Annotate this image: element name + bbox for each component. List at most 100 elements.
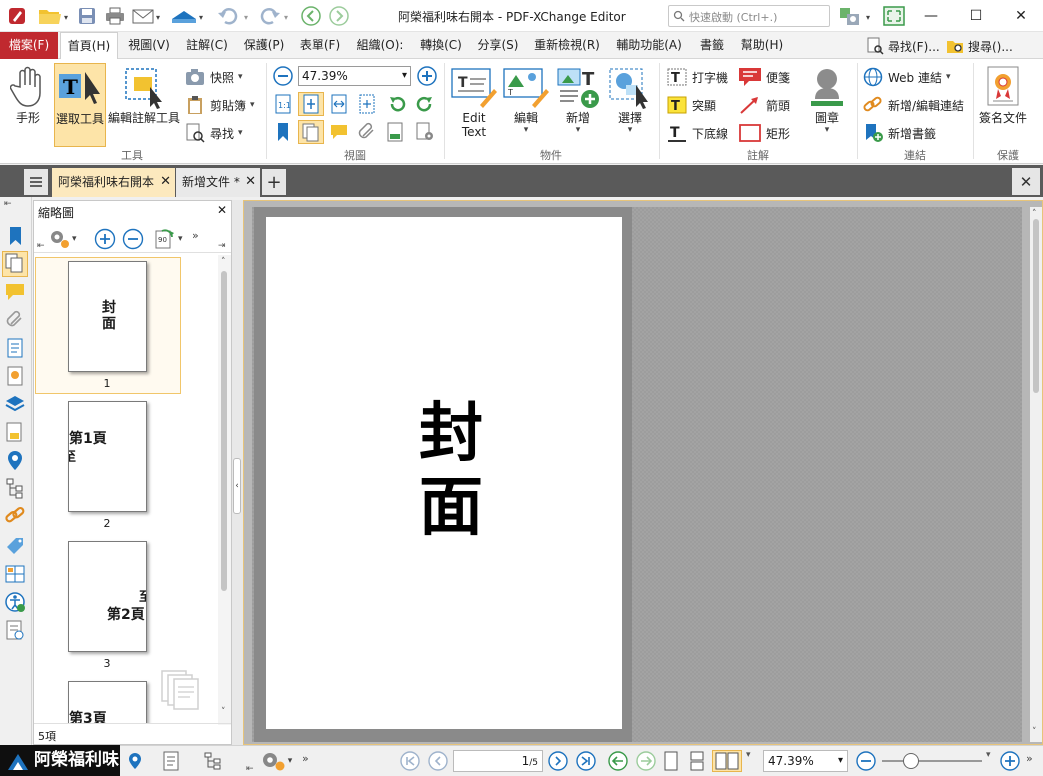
- destinations-pane-icon[interactable]: [4, 449, 26, 471]
- redo-icon[interactable]: ▾: [254, 5, 294, 27]
- page-number-input[interactable]: 1/5: [453, 750, 543, 772]
- map-pane-button[interactable]: [122, 750, 148, 772]
- fields-pane-icon[interactable]: [4, 563, 26, 585]
- document-scrollbar[interactable]: ˄ ˅: [1030, 207, 1042, 742]
- arrow-button[interactable]: 箭頭: [738, 93, 790, 117]
- menu-home[interactable]: 首頁(H): [60, 32, 118, 60]
- document-canvas[interactable]: 封面: [252, 207, 1022, 742]
- menu-accessibility[interactable]: 輔助功能(A): [610, 32, 688, 59]
- tab-document-2[interactable]: 新增文件 * ✕: [176, 168, 260, 197]
- menu-view[interactable]: 視圖(V): [122, 32, 176, 59]
- close-document-button[interactable]: ✕: [1012, 168, 1040, 195]
- close-icon[interactable]: ✕: [217, 203, 227, 217]
- sticky-note-button[interactable]: 便箋: [738, 65, 790, 89]
- expand-toolbar-icon[interactable]: ⇥: [218, 241, 226, 251]
- status-options-button[interactable]: ▾: [254, 750, 298, 772]
- edit-text-button[interactable]: T Edit Text: [448, 65, 500, 145]
- more-options-icon[interactable]: »: [302, 752, 309, 765]
- rotate-pages-button[interactable]: 90 ▾: [152, 227, 186, 251]
- menu-review[interactable]: 重新檢視(R): [528, 32, 606, 59]
- sign-document-button[interactable]: 簽名文件: [976, 65, 1030, 145]
- actual-size-button[interactable]: 1:1: [272, 93, 294, 115]
- properties-view-button[interactable]: [414, 121, 436, 143]
- add-edit-link-button[interactable]: 新增/編輯連結: [862, 93, 964, 117]
- zoom-slider-track[interactable]: [882, 760, 982, 762]
- tab-document-1[interactable]: 阿榮福利味右開本 ✕: [52, 168, 175, 197]
- scrollbar-thumb[interactable]: [221, 271, 227, 591]
- menu-file[interactable]: 檔案(F): [0, 32, 58, 59]
- content-pane-icon[interactable]: [4, 337, 26, 359]
- nav-forward-icon[interactable]: [328, 5, 350, 27]
- nav-back-icon[interactable]: [300, 5, 322, 27]
- select-tool-button[interactable]: T 選取工具: [54, 63, 106, 147]
- fit-visible-button[interactable]: [356, 93, 378, 115]
- edit-annotation-tool-button[interactable]: 編輯註解工具: [108, 65, 180, 145]
- scroll-down-icon[interactable]: ˅: [1032, 727, 1037, 737]
- status-zoom-out-button[interactable]: [854, 750, 878, 772]
- menu-convert[interactable]: 轉換(C): [414, 32, 468, 59]
- collapse-panel-icon[interactable]: ‹: [233, 458, 241, 514]
- typewriter-button[interactable]: T 打字機: [666, 65, 728, 89]
- rectangle-button[interactable]: 矩形: [738, 121, 790, 145]
- attachments-pane-icon[interactable]: [4, 309, 26, 331]
- stamp-button[interactable]: 圖章 ▾: [800, 65, 854, 145]
- bookmarks-pane-icon[interactable]: [4, 225, 26, 247]
- settings-icon[interactable]: ▾: [837, 5, 877, 27]
- undo-icon[interactable]: ▾: [214, 5, 254, 27]
- zoom-combo[interactable]: 47.39% ▾: [298, 66, 411, 86]
- panel-splitter[interactable]: ‹: [232, 200, 243, 745]
- thumbnail-zoom-out-button[interactable]: [122, 228, 144, 250]
- zoom-level-select[interactable]: 47.39% ▾: [763, 750, 848, 772]
- find-button[interactable]: 尋找(F)...: [866, 34, 940, 58]
- thumbnail-page-2[interactable]: 第1頁 至: [68, 401, 147, 512]
- thumbnail-page-4[interactable]: 第3頁: [68, 681, 147, 723]
- clipboard-button[interactable]: 剪貼簿 ▾: [184, 93, 255, 117]
- fit-page-button[interactable]: [298, 92, 324, 116]
- tags-pane-icon[interactable]: [4, 535, 26, 557]
- email-icon[interactable]: ▾: [130, 5, 164, 27]
- thumbnails-scrollbar[interactable]: ˄ ˅: [218, 255, 231, 725]
- minimize-button[interactable]: —: [908, 0, 954, 32]
- collapse-strip-icon[interactable]: ⇤: [4, 199, 26, 211]
- thumbnail-page-1[interactable]: 封 面: [68, 261, 147, 372]
- snapshot-button[interactable]: 快照 ▾: [184, 65, 243, 89]
- more-options-icon[interactable]: »: [192, 229, 199, 242]
- chevron-down-icon[interactable]: ▾: [986, 750, 991, 760]
- menu-form[interactable]: 表單(F): [294, 32, 346, 59]
- app-logo-icon[interactable]: [4, 5, 30, 27]
- rotate-right-button[interactable]: [414, 93, 436, 115]
- edit-objects-button[interactable]: T 編輯 ▾: [500, 65, 552, 145]
- chevron-down-icon[interactable]: ▾: [746, 750, 751, 760]
- print-icon[interactable]: [102, 5, 128, 27]
- status-zoom-in-button[interactable]: [998, 750, 1022, 772]
- accessibility-pane-icon[interactable]: [4, 591, 26, 613]
- zoom-slider-handle[interactable]: [903, 753, 919, 769]
- highlight-button[interactable]: T 突顯: [666, 93, 716, 117]
- layers-pane-icon[interactable]: [4, 393, 26, 415]
- menu-bookmarks[interactable]: 書籤: [692, 32, 732, 59]
- scrollbar-thumb[interactable]: [1033, 219, 1039, 393]
- close-icon[interactable]: ✕: [245, 168, 256, 196]
- thumbnail-page-3[interactable]: 至 第2頁: [68, 541, 147, 652]
- search-button[interactable]: 搜尋()...: [946, 34, 1013, 58]
- back-view-button[interactable]: [606, 750, 630, 772]
- document-page[interactable]: 封面: [266, 217, 622, 729]
- previous-page-button[interactable]: [426, 750, 450, 772]
- pages-view-button[interactable]: [298, 120, 324, 144]
- content-view-button[interactable]: [384, 121, 406, 143]
- fit-width-button[interactable]: [328, 93, 350, 115]
- rotate-left-button[interactable]: [386, 93, 408, 115]
- menu-help[interactable]: 幫助(H): [736, 32, 788, 59]
- forward-view-button[interactable]: [634, 750, 658, 772]
- open-folder-icon[interactable]: ▾: [34, 5, 72, 27]
- add-objects-button[interactable]: T 新增 ▾: [552, 65, 604, 145]
- collapse-statusbar-icon[interactable]: ⇤: [246, 764, 254, 774]
- facing-pages-button[interactable]: [712, 750, 742, 772]
- collapse-toolbar-icon[interactable]: ⇤: [37, 241, 45, 251]
- hand-tool-button[interactable]: 手形: [6, 65, 50, 145]
- single-page-button[interactable]: [660, 750, 682, 772]
- properties-pane-icon[interactable]: [4, 365, 26, 387]
- menu-protect[interactable]: 保護(P): [238, 32, 290, 59]
- scroll-up-icon[interactable]: ˄: [1032, 209, 1037, 219]
- scroll-down-icon[interactable]: ˅: [221, 707, 226, 717]
